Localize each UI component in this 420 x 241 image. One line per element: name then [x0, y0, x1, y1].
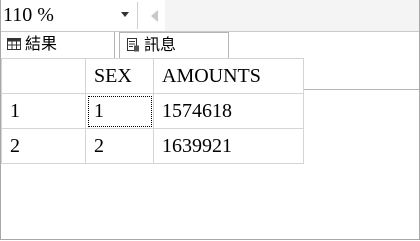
chevron-down-icon[interactable] — [121, 12, 129, 17]
cell-amounts[interactable]: 1639921 — [153, 128, 304, 164]
cell-sex[interactable]: 1 — [85, 93, 154, 129]
table-row: 1 1 1574618 — [1, 93, 304, 129]
cell-amounts[interactable]: 1574618 — [153, 93, 304, 129]
messages-icon — [127, 38, 139, 52]
header-sex[interactable]: SEX — [85, 58, 154, 94]
zoom-dropdown[interactable]: 110 % — [1, 0, 141, 31]
horizontal-scrollbar[interactable] — [165, 0, 419, 31]
header-rownum[interactable] — [1, 58, 86, 94]
header-amounts[interactable]: AMOUNTS — [153, 58, 304, 94]
grid-results-icon — [7, 38, 21, 50]
cell-sex[interactable]: 2 — [85, 128, 154, 164]
zoom-value: 110 % — [3, 4, 54, 26]
tab-results-label: 結果 — [25, 34, 58, 53]
row-number[interactable]: 2 — [1, 128, 86, 164]
scroll-left-arrow-icon[interactable] — [151, 10, 158, 22]
tab-messages-label: 訊息 — [144, 35, 177, 54]
table-row: 2 2 1639921 — [1, 128, 304, 164]
results-grid: SEX AMOUNTS 1 1 1574618 2 2 1639921 — [1, 58, 304, 164]
toolbar-divider — [137, 2, 138, 29]
result-tabs: 結果 訊息 — [1, 32, 419, 90]
grid-header-row: SEX AMOUNTS — [1, 58, 304, 94]
tab-messages[interactable]: 訊息 — [119, 32, 229, 58]
zoom-toolbar: 110 % — [1, 0, 419, 32]
row-number[interactable]: 1 — [1, 93, 86, 129]
results-pane: 110 % 結果 訊息 SEX AMOUNTS 1 1 1574618 2 2 … — [0, 0, 420, 240]
tab-results[interactable]: 結果 — [1, 32, 115, 58]
